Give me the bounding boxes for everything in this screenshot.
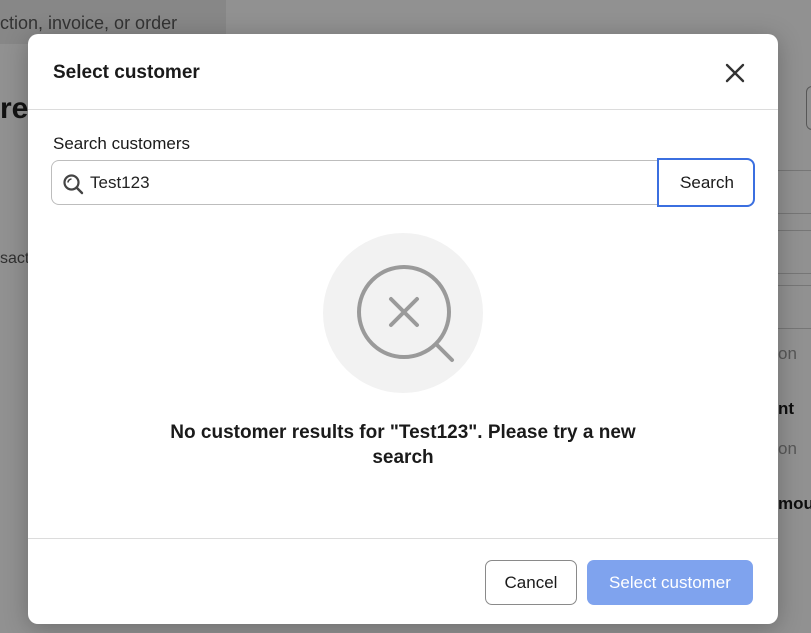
search-field[interactable] — [51, 160, 663, 205]
dialog-header: Select customer — [28, 34, 778, 110]
select-customer-button[interactable]: Select customer — [587, 560, 753, 605]
empty-state-illustration — [323, 233, 483, 393]
empty-state-message: No customer results for "Test123". Pleas… — [170, 422, 636, 468]
customer-search-group: Search — [51, 158, 755, 207]
dialog-title: Select customer — [53, 62, 200, 83]
search-icon — [63, 174, 84, 195]
dialog-footer: Cancel Select customer — [28, 538, 778, 624]
close-icon — [725, 63, 745, 83]
search-customers-label: Search customers — [53, 134, 190, 153]
close-button[interactable] — [718, 56, 752, 90]
cancel-button[interactable]: Cancel — [485, 560, 577, 605]
search-no-results-icon — [357, 265, 454, 362]
search-button[interactable]: Search — [657, 158, 755, 207]
select-customer-dialog: Select customer Search customers Search — [28, 34, 778, 624]
customer-search-input[interactable] — [90, 161, 650, 204]
search-button-label: Search — [680, 172, 734, 192]
